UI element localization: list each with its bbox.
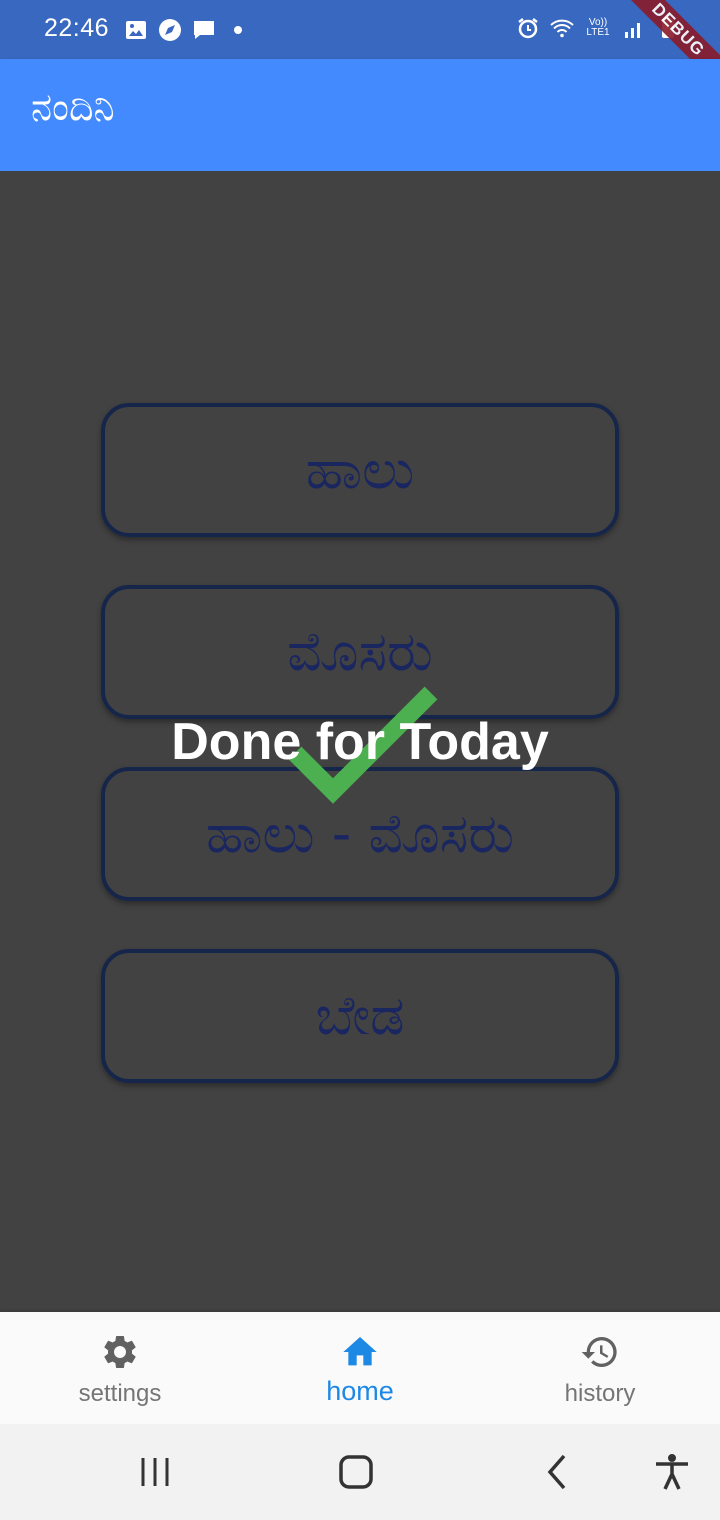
status-time: 22:46 (44, 14, 110, 42)
chat-icon (194, 21, 214, 39)
home-outline-icon[interactable] (336, 1452, 376, 1492)
notification-icons (124, 18, 250, 42)
recents-icon[interactable] (135, 1452, 175, 1492)
gear-icon (104, 1336, 136, 1368)
compass-icon (159, 19, 181, 41)
wifi-icon (550, 19, 574, 38)
gallery-icon (126, 21, 146, 39)
bottom-nav: settings home history (0, 1312, 720, 1424)
network-label: Vo)) LTE1 (586, 17, 610, 38)
accessibility-icon[interactable] (652, 1452, 692, 1492)
nav-item-settings[interactable]: settings (0, 1312, 240, 1424)
history-icon (581, 1337, 617, 1367)
option-none-button[interactable]: ಬೇಡ (101, 949, 619, 1083)
done-message: Done for Today (171, 713, 549, 771)
alarm-icon (518, 18, 538, 39)
nav-label-history: history (564, 1380, 636, 1407)
dot-icon (234, 26, 242, 34)
app-bar: ನಂದಿನಿ (0, 59, 720, 171)
back-icon[interactable] (538, 1452, 578, 1492)
nav-item-history[interactable]: history (480, 1312, 720, 1424)
option-milk-button[interactable]: ಹಾಲು (101, 403, 619, 537)
home-icon (343, 1337, 377, 1366)
system-nav-bar (0, 1424, 720, 1520)
status-bar: 22:46 Vo)) LTE1 DEBUG (0, 0, 720, 96)
nav-label-settings: settings (78, 1380, 162, 1407)
page-title: ನಂದಿನಿ (31, 85, 115, 129)
nav-item-home[interactable]: home (240, 1312, 480, 1424)
nav-label-home: home (326, 1376, 394, 1406)
signal-icon (625, 23, 640, 38)
